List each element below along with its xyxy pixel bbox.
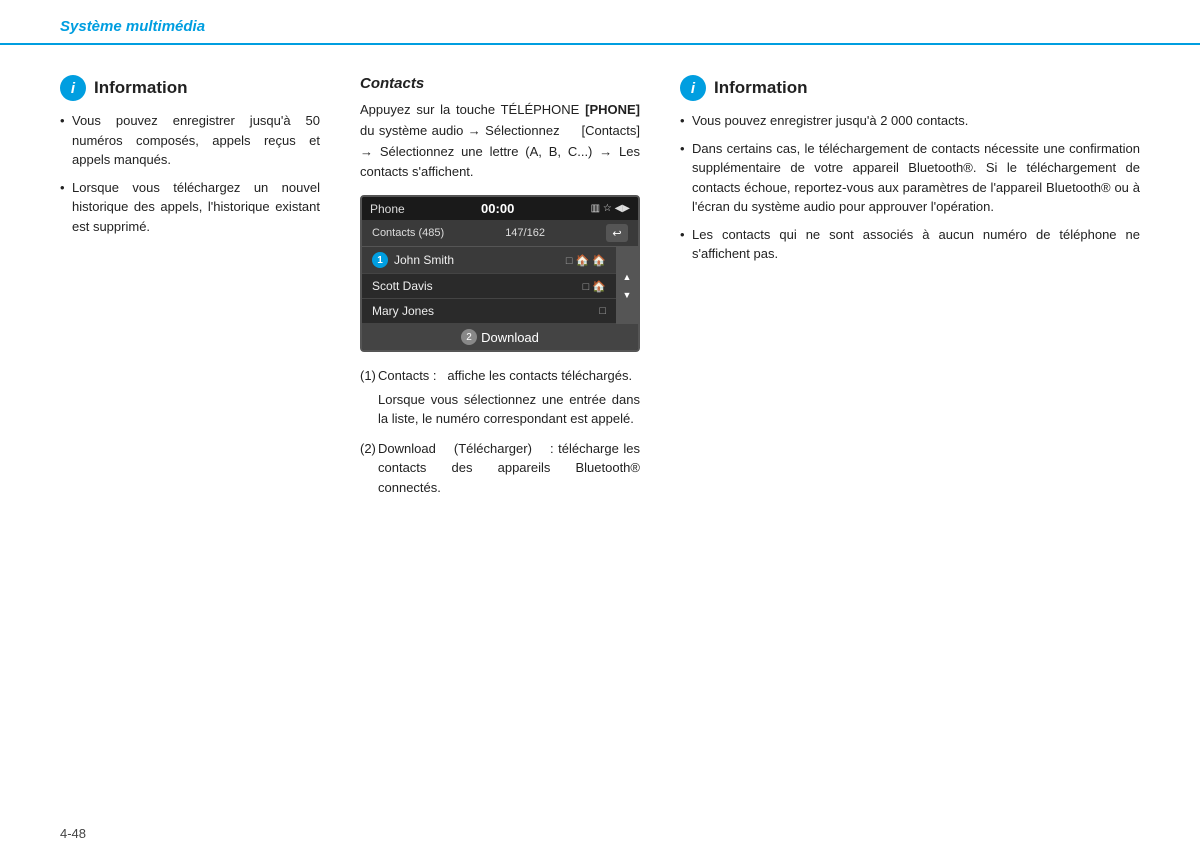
left-info-title: Information	[94, 78, 188, 98]
scroll-arrows[interactable]: ▲ ▼	[616, 247, 638, 324]
phone-top-left: Phone	[370, 202, 405, 216]
note-1: (1) Contacts : affiche les contacts télé…	[360, 366, 640, 429]
phone-top-bar: Phone 00:00 ▥ ☆ ◀▶	[362, 197, 638, 220]
left-bullet-2: Lorsque vous téléchargez un nouvel histo…	[60, 178, 320, 237]
phone-screen: Phone 00:00 ▥ ☆ ◀▶ Contacts (485) 147/16…	[360, 195, 640, 352]
note-1-num: (1)	[360, 366, 376, 386]
left-info-icon: i	[60, 75, 86, 101]
right-info-title: Information	[714, 78, 808, 98]
download-number-badge: 2	[461, 329, 477, 345]
header-title: Système multimédia	[60, 18, 205, 35]
contacts-instruction: Appuyez sur la touche TÉLÉPHONE [PHONE] …	[360, 100, 640, 183]
content-area: i Information Vous pouvez enregistrer ju…	[0, 45, 1200, 854]
contacts-page: 147/162	[505, 227, 545, 239]
page-header: Système multimédia	[0, 0, 1200, 45]
contact-number-badge: 1	[372, 252, 388, 268]
download-label: 2 Download	[362, 329, 638, 345]
phone-contacts-bar: Contacts (485) 147/162 ↩	[362, 220, 638, 247]
right-info-bullets: Vous pouvez enregistrer jusqu'à 2 000 co…	[680, 111, 1140, 272]
right-info-icon: i	[680, 75, 706, 101]
page-number: 4-48	[60, 826, 86, 841]
contact-name-scott: Scott Davis	[372, 279, 433, 293]
contact-icons-john: □ 🏠 🏠	[566, 254, 606, 267]
back-button[interactable]: ↩	[606, 224, 628, 242]
phone-top-right: ▥ ☆ ◀▶	[591, 203, 630, 214]
note-2-num: (2)	[360, 439, 376, 459]
left-bullet-1: Vous pouvez enregistrer jusqu'à 50 numér…	[60, 111, 320, 170]
note-1-main: Contacts : affiche les contacts téléchar…	[378, 368, 632, 383]
contacts-notes: (1) Contacts : affiche les contacts télé…	[360, 366, 640, 497]
right-bullet-2: Dans certains cas, le téléchargement de …	[680, 139, 1140, 217]
right-bullet-3: Les contacts qui ne sont associés à aucu…	[680, 225, 1140, 264]
contacts-list: 1 John Smith □ 🏠 🏠 Scott Davis □ 🏠 Mary …	[362, 247, 616, 324]
scroll-up-icon[interactable]: ▲	[623, 272, 632, 282]
page-footer: 4-48	[60, 826, 86, 841]
left-info-title-row: i Information	[60, 75, 320, 101]
contact-icons-scott: □ 🏠	[583, 280, 606, 293]
contacts-heading: Contacts	[360, 75, 640, 92]
note-2-main: Download (Télécharger) : télécharge les …	[378, 441, 640, 495]
left-column: i Information Vous pouvez enregistrer ju…	[60, 75, 340, 834]
right-bullet-1: Vous pouvez enregistrer jusqu'à 2 000 co…	[680, 111, 1140, 131]
contact-row-mary[interactable]: Mary Jones □	[362, 299, 616, 324]
contacts-list-wrapper: 1 John Smith □ 🏠 🏠 Scott Davis □ 🏠 Mary …	[362, 247, 638, 324]
contact-icons-mary: □	[599, 305, 606, 317]
right-info-title-row: i Information	[680, 75, 1140, 101]
contact-name-john: John Smith	[394, 253, 454, 267]
download-text: Download	[481, 330, 539, 345]
scroll-down-icon[interactable]: ▼	[623, 290, 632, 300]
note-2: (2) Download (Télécharger) : télécharge …	[360, 439, 640, 498]
contact-name-mary: Mary Jones	[372, 304, 434, 318]
left-info-box: i Information Vous pouvez enregistrer ju…	[60, 75, 320, 244]
right-column: i Information Vous pouvez enregistrer ju…	[660, 75, 1140, 834]
phone-top-center: 00:00	[481, 201, 514, 216]
right-info-box: i Information Vous pouvez enregistrer ju…	[680, 75, 1140, 272]
left-info-bullets: Vous pouvez enregistrer jusqu'à 50 numér…	[60, 111, 320, 244]
contact-row-john[interactable]: 1 John Smith □ 🏠 🏠	[362, 247, 616, 274]
contact-row-scott[interactable]: Scott Davis □ 🏠	[362, 274, 616, 299]
contacts-count: Contacts (485)	[372, 227, 444, 239]
middle-column: Contacts Appuyez sur la touche TÉLÉPHONE…	[340, 75, 660, 834]
note-1-sub: Lorsque vous sélectionnez une entrée dan…	[378, 390, 640, 429]
download-bar[interactable]: 2 Download	[362, 324, 638, 350]
